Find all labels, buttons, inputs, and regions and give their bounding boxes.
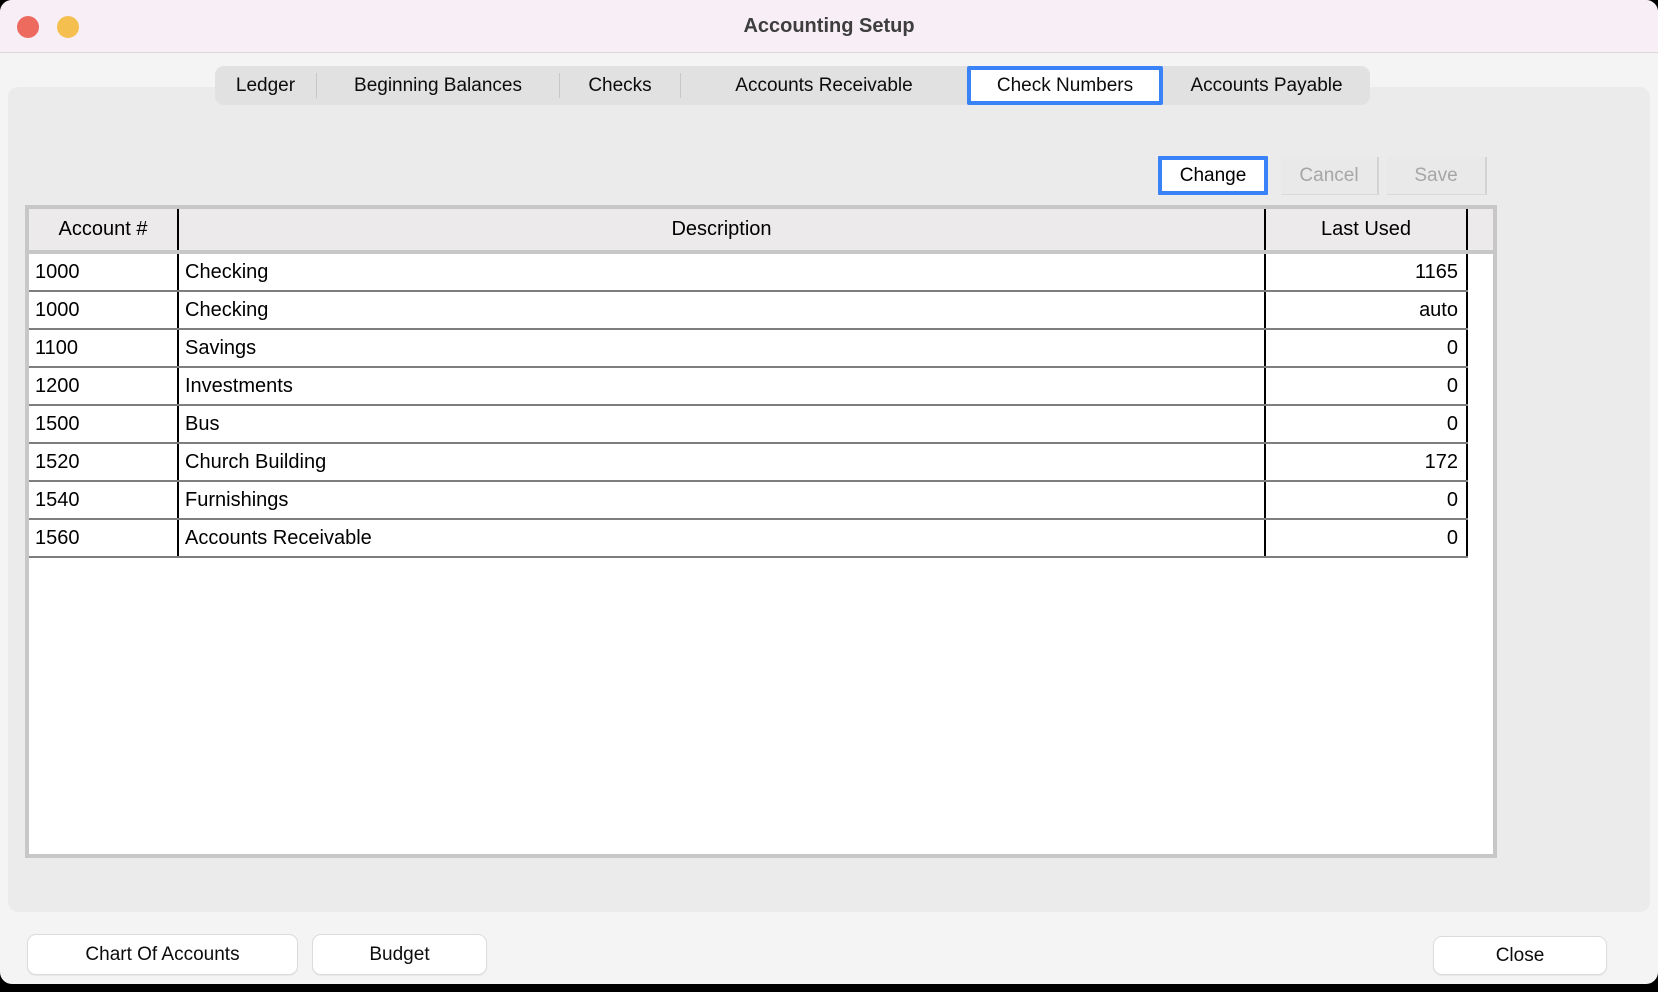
check-numbers-table: Account # Description Last Used 1000 Che… <box>25 205 1497 858</box>
cell-description: Furnishings <box>179 482 1266 518</box>
cell-account-number: 1100 <box>29 330 179 366</box>
close-window-button[interactable] <box>17 16 39 38</box>
title-bar: Accounting Setup <box>0 0 1658 53</box>
row-gutter <box>1468 368 1493 406</box>
cell-last-used: 1165 <box>1266 254 1468 290</box>
tab-accounts-payable[interactable]: Accounts Payable <box>1163 66 1370 105</box>
tab-checks[interactable]: Checks <box>560 66 680 105</box>
table-row[interactable]: 1100 Savings 0 <box>29 330 1493 368</box>
cell-last-used: 0 <box>1266 482 1468 518</box>
row-gutter <box>1468 444 1493 482</box>
row-gutter <box>1468 254 1493 292</box>
cell-description: Investments <box>179 368 1266 404</box>
header-description: Description <box>179 209 1266 250</box>
cell-description: Savings <box>179 330 1266 366</box>
cell-description: Church Building <box>179 444 1266 480</box>
chart-of-accounts-button[interactable]: Chart Of Accounts <box>27 934 298 975</box>
cell-description: Checking <box>179 254 1266 290</box>
row-gutter <box>1468 520 1493 558</box>
row-gutter <box>1468 482 1493 520</box>
table-row[interactable]: 1560 Accounts Receivable 0 <box>29 520 1493 558</box>
save-button[interactable]: Save <box>1387 157 1487 195</box>
cancel-button[interactable]: Cancel <box>1281 157 1379 195</box>
tab-beginning-balances[interactable]: Beginning Balances <box>317 66 559 105</box>
cell-description: Accounts Receivable <box>179 520 1266 556</box>
cell-last-used: auto <box>1266 292 1468 328</box>
row-gutter <box>1468 406 1493 444</box>
close-button[interactable]: Close <box>1433 936 1607 975</box>
cell-account-number: 1540 <box>29 482 179 518</box>
cell-account-number: 1200 <box>29 368 179 404</box>
cell-last-used: 0 <box>1266 330 1468 366</box>
setup-tab-bar: Ledger Beginning Balances Checks Account… <box>215 66 1370 105</box>
table-row[interactable]: 1520 Church Building 172 <box>29 444 1493 482</box>
accounting-setup-window: Accounting Setup Ledger Beginning Balanc… <box>0 0 1658 984</box>
budget-button[interactable]: Budget <box>312 934 487 975</box>
window-title: Accounting Setup <box>0 0 1658 53</box>
cell-account-number: 1000 <box>29 292 179 328</box>
tab-ledger[interactable]: Ledger <box>215 66 316 105</box>
cell-account-number: 1560 <box>29 520 179 556</box>
table-row[interactable]: 1500 Bus 0 <box>29 406 1493 444</box>
cell-account-number: 1000 <box>29 254 179 290</box>
minimize-window-button[interactable] <box>57 16 79 38</box>
row-gutter <box>1468 330 1493 368</box>
cell-description: Checking <box>179 292 1266 328</box>
table-row[interactable]: 1540 Furnishings 0 <box>29 482 1493 520</box>
tab-accounts-receivable[interactable]: Accounts Receivable <box>681 66 967 105</box>
table-header-row: Account # Description Last Used <box>29 209 1493 254</box>
tab-check-numbers[interactable]: Check Numbers <box>967 66 1163 105</box>
table-row[interactable]: 1200 Investments 0 <box>29 368 1493 406</box>
change-button[interactable]: Change <box>1158 156 1268 195</box>
header-account-number: Account # <box>29 209 179 250</box>
cell-last-used: 0 <box>1266 368 1468 404</box>
cell-last-used: 172 <box>1266 444 1468 480</box>
cell-account-number: 1500 <box>29 406 179 442</box>
header-gutter <box>1468 209 1493 250</box>
table-row[interactable]: 1000 Checking auto <box>29 292 1493 330</box>
cell-last-used: 0 <box>1266 520 1468 556</box>
cell-description: Bus <box>179 406 1266 442</box>
cell-account-number: 1520 <box>29 444 179 480</box>
row-gutter <box>1468 292 1493 330</box>
table-row[interactable]: 1000 Checking 1165 <box>29 254 1493 292</box>
header-last-used: Last Used <box>1266 209 1468 250</box>
cell-last-used: 0 <box>1266 406 1468 442</box>
